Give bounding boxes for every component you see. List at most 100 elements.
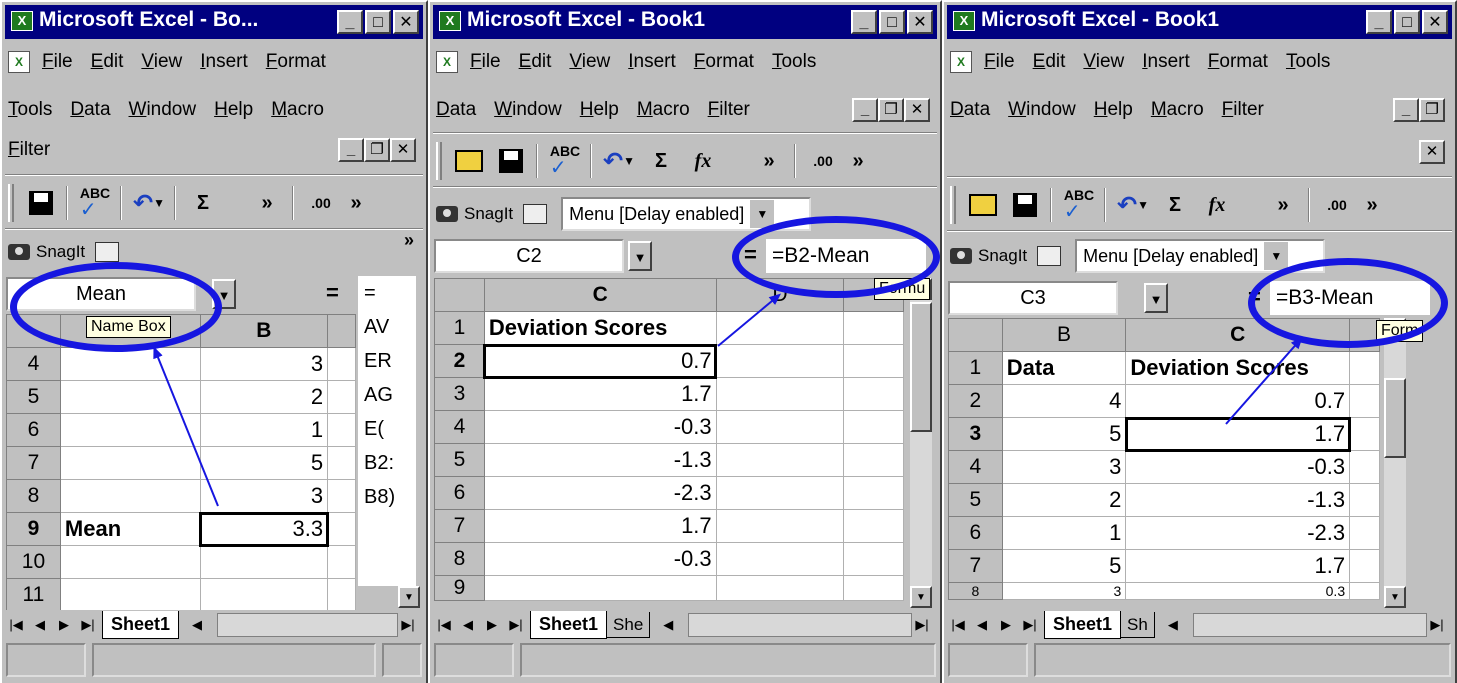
cell[interactable]: 5 xyxy=(199,446,329,480)
open-button[interactable] xyxy=(452,145,486,177)
camera-icon[interactable] xyxy=(8,244,30,260)
menu-insert[interactable]: Insert xyxy=(1142,51,1190,73)
select-all-corner[interactable] xyxy=(6,314,61,348)
select-all-corner[interactable] xyxy=(948,318,1003,352)
close-button[interactable]: ✕ xyxy=(907,10,933,34)
cell[interactable]: 5 xyxy=(1001,549,1127,583)
cell[interactable] xyxy=(1349,417,1380,451)
tab-sheet1[interactable]: Sheet1 xyxy=(530,611,608,639)
excel-app-icon[interactable]: X xyxy=(439,11,461,31)
menu-delay-combo[interactable]: Menu [Delay enabled] ▼ xyxy=(561,197,812,231)
menu-format[interactable]: Format xyxy=(694,51,754,73)
cell[interactable] xyxy=(715,509,845,543)
snagit-overflow-button[interactable]: » xyxy=(404,230,414,251)
excel-app-icon[interactable]: X xyxy=(11,11,33,31)
cell[interactable]: -0.3 xyxy=(1125,450,1351,484)
spelling-button[interactable]: ABC ✓ xyxy=(78,186,112,220)
first-sheet-button[interactable]: |◀ xyxy=(6,613,26,637)
tab-sheet1[interactable]: Sheet1 xyxy=(1044,611,1122,639)
cell[interactable]: 1.7 xyxy=(483,377,717,411)
snagit-label[interactable]: SnagIt xyxy=(978,246,1027,266)
cell[interactable]: 1 xyxy=(199,413,329,447)
row-header[interactable]: 7 xyxy=(434,509,485,543)
name-box[interactable]: Mean xyxy=(6,277,196,311)
workbook-icon[interactable]: X xyxy=(8,51,30,73)
minimize-button[interactable]: _ xyxy=(337,10,363,34)
cell[interactable] xyxy=(327,578,356,612)
minimize-button[interactable]: _ xyxy=(851,10,877,34)
next-sheet-button[interactable]: ▶ xyxy=(482,613,502,637)
paste-function-button[interactable]: fx xyxy=(1200,189,1234,221)
cell[interactable] xyxy=(59,446,201,480)
cell[interactable] xyxy=(843,311,904,345)
cell[interactable] xyxy=(1349,582,1380,600)
toolbar-overflow-button[interactable]: » xyxy=(1266,189,1300,221)
cell[interactable] xyxy=(715,575,845,601)
menu-window[interactable]: Window xyxy=(494,99,562,121)
cell[interactable] xyxy=(715,344,845,378)
row-header[interactable]: 3 xyxy=(434,377,485,411)
increase-decimal-button[interactable]: .00 xyxy=(806,145,840,177)
cell[interactable]: -0.3 xyxy=(483,410,717,444)
hscroll-right-button[interactable]: ▶| xyxy=(398,613,418,637)
menu-filter[interactable]: Filter xyxy=(8,139,50,161)
column-header-b[interactable]: B xyxy=(1001,318,1127,352)
cell[interactable]: 2 xyxy=(199,380,329,414)
cell[interactable] xyxy=(327,380,356,414)
cell[interactable] xyxy=(327,545,356,579)
cell[interactable]: -2.3 xyxy=(483,476,717,510)
increase-decimal-button[interactable]: .00 xyxy=(304,187,338,219)
cell[interactable] xyxy=(327,347,356,381)
column-header-c[interactable] xyxy=(327,314,356,348)
toolbar-grip[interactable] xyxy=(950,186,956,224)
column-header-d[interactable]: D xyxy=(715,278,845,312)
menu-file[interactable]: File xyxy=(470,51,501,73)
maximize-button[interactable]: □ xyxy=(365,10,391,34)
menu-edit[interactable]: Edit xyxy=(91,51,124,73)
hscroll-left-button[interactable]: ◀ xyxy=(187,613,207,637)
cell[interactable] xyxy=(1349,384,1380,418)
toolbar-overflow-button-2[interactable]: » xyxy=(346,187,366,219)
menu-tools[interactable]: Tools xyxy=(1286,51,1330,73)
tab-sheet1[interactable]: Sheet1 xyxy=(102,611,180,639)
cell[interactable]: -0.3 xyxy=(483,542,717,576)
prev-sheet-button[interactable]: ◀ xyxy=(972,613,992,637)
horizontal-scrollbar[interactable] xyxy=(217,613,398,637)
scroll-down-arrow[interactable]: ▼ xyxy=(1384,586,1406,608)
menu-data[interactable]: Data xyxy=(950,99,990,121)
undo-button[interactable]: ↶ ▼ xyxy=(132,187,166,219)
close-button[interactable]: ✕ xyxy=(393,10,419,34)
cell-header-data[interactable]: Data xyxy=(1001,351,1127,385)
cell[interactable]: 3 xyxy=(1001,582,1127,600)
cell[interactable] xyxy=(1349,483,1380,517)
cell[interactable] xyxy=(327,512,356,546)
prev-sheet-button[interactable]: ◀ xyxy=(458,613,478,637)
menu-data[interactable]: Data xyxy=(70,99,110,121)
cell[interactable]: 1.7 xyxy=(1125,549,1351,583)
menu-macro[interactable]: Macro xyxy=(271,99,324,121)
name-box-dropdown[interactable]: ▼ xyxy=(628,241,652,271)
cell[interactable]: 2 xyxy=(1001,483,1127,517)
camera-icon[interactable] xyxy=(436,206,458,222)
cell[interactable] xyxy=(843,575,904,601)
cell[interactable]: 1.7 xyxy=(483,509,717,543)
edit-formula-button[interactable]: = xyxy=(326,280,339,306)
toolbar-grip[interactable] xyxy=(436,142,442,180)
row-header[interactable]: 6 xyxy=(948,516,1003,550)
menu-view[interactable]: View xyxy=(569,51,610,73)
toolbar-overflow-button-2[interactable]: » xyxy=(848,145,868,177)
cell[interactable]: 0.7 xyxy=(1125,384,1351,418)
name-box[interactable]: C3 xyxy=(948,281,1118,315)
select-all-corner[interactable] xyxy=(434,278,485,312)
cell[interactable] xyxy=(59,578,201,612)
autosum-button[interactable]: Σ xyxy=(186,187,220,219)
menu-window[interactable]: Window xyxy=(129,99,197,121)
autosum-button[interactable]: Σ xyxy=(1158,189,1192,221)
cell-mean-label[interactable]: Mean xyxy=(59,512,201,546)
row-header[interactable]: 1 xyxy=(434,311,485,345)
cell[interactable] xyxy=(59,347,201,381)
cell[interactable] xyxy=(59,545,201,579)
spelling-button[interactable]: ABC ✓ xyxy=(548,144,582,178)
cell[interactable] xyxy=(843,344,904,378)
menu-help[interactable]: Help xyxy=(214,99,253,121)
